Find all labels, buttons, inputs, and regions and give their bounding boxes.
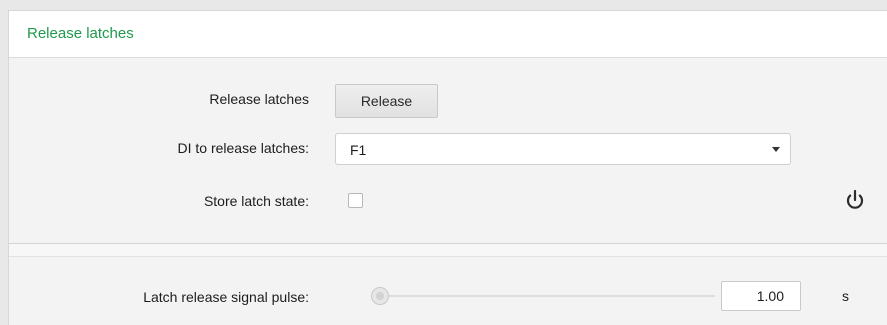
- section-divider: [9, 243, 887, 257]
- power-icon[interactable]: [842, 187, 868, 213]
- chevron-down-icon: [772, 147, 780, 152]
- pulse-value-input[interactable]: [721, 281, 801, 311]
- release-button[interactable]: Release: [335, 84, 438, 118]
- pulse-slider-track[interactable]: [375, 295, 715, 297]
- store-latch-state-label: Store latch state:: [203, 193, 309, 209]
- di-release-label: DI to release latches:: [177, 140, 309, 156]
- panel-header: Release latches: [9, 11, 887, 58]
- store-latch-state-checkbox[interactable]: [348, 193, 363, 208]
- release-latches-panel: Release latches Release latches Release …: [8, 10, 887, 325]
- release-latches-label: Release latches: [209, 91, 309, 107]
- pulse-unit: s: [842, 288, 849, 304]
- pulse-slider-thumb[interactable]: [371, 287, 389, 305]
- pulse-label: Latch release signal pulse:: [143, 289, 309, 305]
- di-release-select[interactable]: F1: [335, 133, 791, 165]
- panel-title: Release latches: [27, 25, 134, 42]
- di-release-value: F1: [350, 142, 367, 158]
